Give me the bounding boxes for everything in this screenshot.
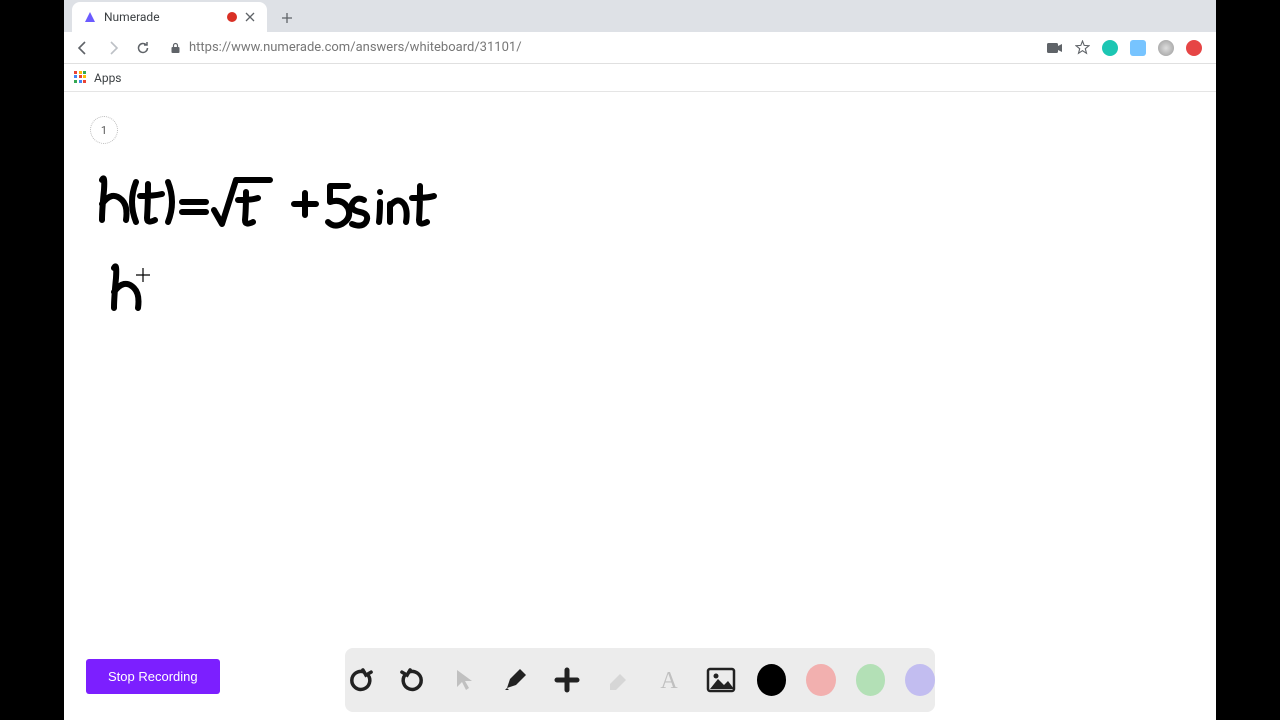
pencil-tool[interactable]: [499, 663, 530, 697]
whiteboard-toolbar: A: [345, 648, 935, 712]
stop-recording-button[interactable]: Stop Recording: [86, 659, 220, 694]
text-tool[interactable]: A: [654, 663, 685, 697]
extensions-area: [1047, 40, 1208, 56]
pointer-tool[interactable]: [448, 663, 479, 697]
tab-numerade[interactable]: Numerade: [72, 2, 267, 32]
extension-icon-3[interactable]: [1158, 40, 1174, 56]
https-lock-icon: [170, 42, 181, 54]
apps-label[interactable]: Apps: [94, 71, 122, 85]
eraser-tool[interactable]: [602, 663, 633, 697]
color-swatch-pink[interactable]: [806, 664, 836, 696]
tab-title: Numerade: [104, 10, 221, 24]
extension-icon-1[interactable]: [1102, 40, 1118, 56]
image-tool[interactable]: [705, 663, 736, 697]
url-text: https://www.numerade.com/answers/whitebo…: [189, 40, 522, 55]
tab-favicon: [82, 9, 98, 25]
equation-line-1: [102, 178, 434, 225]
bookmark-star-icon[interactable]: [1075, 40, 1090, 55]
color-swatch-green[interactable]: [856, 664, 886, 696]
extension-icon-4[interactable]: [1186, 40, 1202, 56]
forward-button[interactable]: [102, 37, 124, 59]
browser-window: Numerade: [64, 0, 1216, 720]
bookmarks-bar: Apps: [64, 64, 1216, 92]
back-button[interactable]: [72, 37, 94, 59]
new-tab-button[interactable]: [273, 4, 301, 32]
camera-icon[interactable]: [1047, 42, 1063, 54]
tab-close-button[interactable]: [243, 10, 257, 24]
page-content: 1: [64, 92, 1216, 720]
add-tool[interactable]: [551, 663, 582, 697]
crosshair-cursor-icon: [136, 268, 150, 282]
color-swatch-black[interactable]: [757, 664, 787, 696]
left-black-bar: [0, 0, 64, 720]
reload-button[interactable]: [132, 37, 154, 59]
undo-button[interactable]: [345, 663, 376, 697]
extension-icon-2[interactable]: [1130, 40, 1146, 56]
equation-line-2: [114, 266, 139, 308]
nav-toolbar: https://www.numerade.com/answers/whitebo…: [64, 32, 1216, 64]
svg-text:A: A: [661, 668, 679, 694]
apps-grid-icon[interactable]: [74, 71, 88, 85]
color-swatch-purple[interactable]: [905, 664, 935, 696]
stop-recording-label: Stop Recording: [108, 669, 198, 684]
whiteboard-canvas[interactable]: [64, 92, 1216, 712]
recording-indicator-icon: [227, 12, 237, 22]
right-black-bar: [1216, 0, 1280, 720]
address-bar[interactable]: https://www.numerade.com/answers/whitebo…: [162, 36, 1039, 60]
tab-strip: Numerade: [64, 0, 1216, 32]
redo-button[interactable]: [396, 663, 427, 697]
